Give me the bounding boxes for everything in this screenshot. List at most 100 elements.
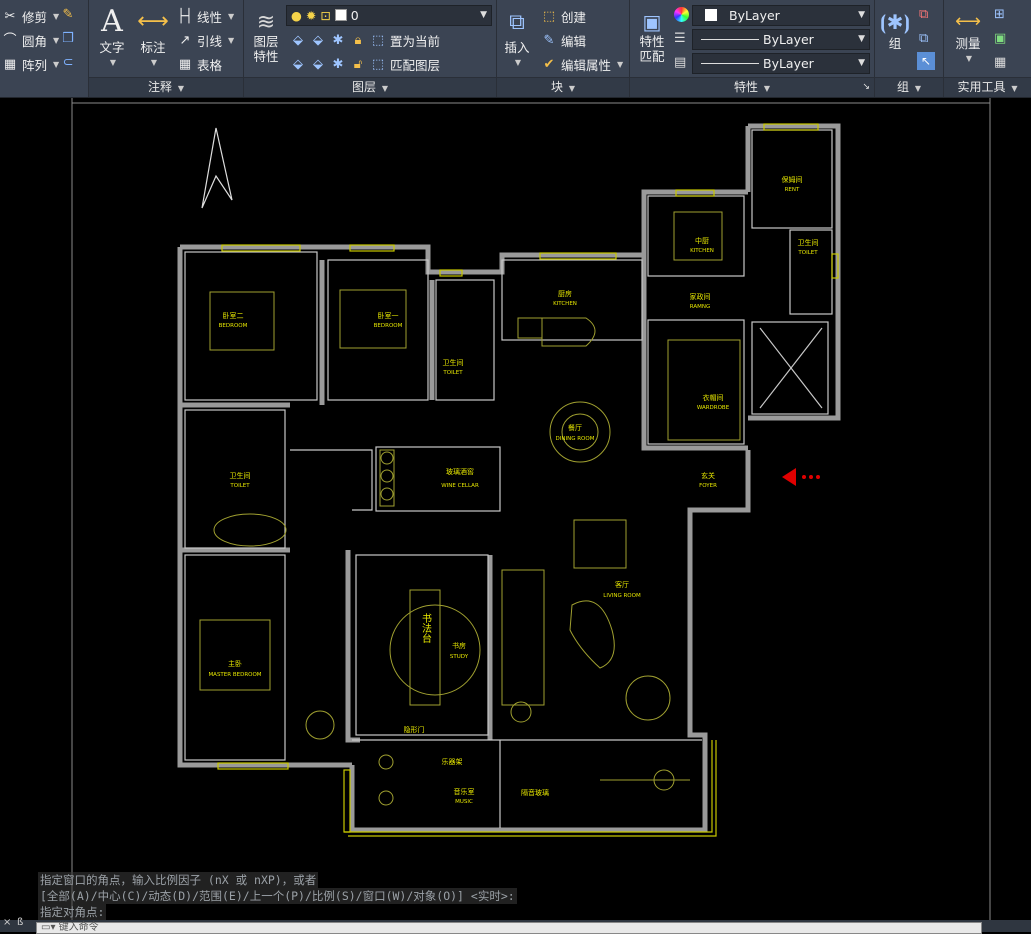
chevron-down-icon: ▼ [858, 10, 865, 20]
layer-tools-row-1: ⬙ ⬙ ✱ 🔒︎ ⬚ 置为当前 [290, 31, 440, 50]
trim-button[interactable]: ✂ 修剪 ▼ [2, 7, 60, 26]
svg-text:TOILET: TOILET [229, 483, 250, 489]
group-edit-icon[interactable]: ⧉ [919, 31, 928, 46]
offset-icon: ⊂ [62, 55, 74, 70]
layer-on-icon[interactable]: ⬙ [310, 57, 326, 73]
annotation-panel-title[interactable]: 注释 ▼ [89, 77, 243, 97]
dialog-launcher-icon[interactable]: ↘ [862, 78, 870, 97]
calculator-icon[interactable]: ▦ [994, 55, 1006, 70]
edit-attributes-button[interactable]: ✔ 编辑属性 ▼ [541, 55, 624, 74]
room-label: 卧室二 BEDROOM [219, 311, 248, 329]
color-dropdown[interactable]: ByLayer ▼ [692, 5, 870, 26]
measure-button[interactable]: ⟷ 测量 ▼ [948, 4, 988, 66]
room-label: 书房 STUDY [450, 641, 469, 660]
block-panel: ⧉ 插入 ▼ ⬚ 创建 ✎ 编辑 ✔ 编辑属性 ▼ 块 ▼ [497, 0, 630, 97]
layer-lock-icon[interactable]: 🔒︎ [350, 33, 366, 49]
furniture [199, 211, 741, 806]
svg-text:TOILET: TOILET [797, 250, 818, 256]
wrench-icon[interactable]: ß [17, 917, 23, 928]
insert-label: 插入 [504, 40, 530, 55]
dimension-button[interactable]: ⟷ 标注 ▼ [135, 4, 171, 70]
measure-icon: ⟷ [955, 11, 981, 32]
offset-button[interactable]: ⊂ [60, 55, 76, 71]
layer-off-icon[interactable]: ⬙ [310, 33, 326, 49]
svg-text:隔音玻璃: 隔音玻璃 [521, 788, 549, 797]
layer-unlock-icon[interactable]: 🔓︎ [350, 57, 366, 73]
select-all-icon[interactable]: ▣ [994, 31, 1006, 46]
ungroup-icon[interactable]: ⧉ [919, 7, 928, 22]
command-history: 指定窗口的角点，输入比例因子 (nX 或 nXP)，或者 [全部(A)/中心(C… [38, 872, 517, 920]
linear-label: 线性 [197, 10, 223, 25]
svg-text:音乐室: 音乐室 [454, 787, 475, 796]
table-button[interactable]: ▦ 表格 [177, 55, 222, 74]
svg-text:KITCHEN: KITCHEN [553, 301, 577, 307]
svg-text:衣帽间: 衣帽间 [703, 393, 724, 402]
array-button[interactable]: ▦ 阵列 ▼ [2, 55, 59, 74]
close-icon[interactable]: × [3, 917, 11, 928]
ribbon: ✂ 修剪 ▼ ⌒ 圆角 ▼ ▦ 阵列 ▼ ✎ ❒ ⊂ A 文字 ▼ ⟷ 标注 ▼ ├┤… [0, 0, 1031, 98]
linear-button[interactable]: ├┤ 线性 ▼ [177, 7, 234, 26]
svg-text:FOYER: FOYER [699, 483, 717, 489]
layer-freeze-icon[interactable]: ✱ [330, 33, 346, 49]
layer-properties-button[interactable]: ≋ 图层 特性 [248, 4, 284, 64]
text-button[interactable]: A 文字 ▼ [95, 4, 129, 70]
room-label: 中厨 KITCHEN [690, 236, 714, 254]
create-block-icon: ⬚ [542, 8, 556, 24]
fillet-button[interactable]: ⌒ 圆角 ▼ [2, 31, 59, 50]
walls [177, 123, 841, 833]
properties-title: 特性 [734, 80, 759, 94]
linetype-dropdown[interactable]: ByLayer ▼ [692, 29, 870, 50]
layer-dropdown[interactable]: ● ✹ ⊡ 0 ▼ [286, 5, 492, 26]
svg-text:书法台: 书法台 [420, 613, 432, 644]
room-label: 乐器架 [442, 757, 463, 766]
group-icon: ⦗✱⦘ [879, 10, 911, 34]
color-wheel-icon [674, 7, 689, 22]
groups-panel: ⦗✱⦘ 组 ⧉ ⧉ ↖ 组 ▼ [875, 0, 944, 97]
edit-block-button[interactable]: ✎ 编辑 [541, 31, 586, 50]
color-value: ByLayer [729, 8, 780, 23]
drawing-canvas[interactable]: 卧室二 BEDROOM 卧室一 BEDROOM 卫生间 TOILET 厨房 KITCHE… [0, 98, 1031, 920]
properties-panel-title[interactable]: 特性 ▼ ↘ [630, 77, 874, 97]
copy-3d-button[interactable]: ❒ [60, 31, 76, 47]
floor-plan[interactable]: 卧室二 BEDROOM 卧室一 BEDROOM 卫生间 TOILET 厨房 KITCHE… [0, 98, 1031, 920]
array-label: 阵列 [22, 58, 48, 73]
svg-text:KITCHEN: KITCHEN [690, 248, 714, 254]
text-label: 文字 [99, 40, 125, 55]
layer-unisolate-icon[interactable]: ⬙ [290, 57, 306, 73]
cube-icon: ❒ [62, 31, 74, 46]
svg-text:RENT: RENT [785, 187, 800, 193]
room-label: 书法台 [420, 613, 432, 644]
layer-isolate-icon[interactable]: ⬙ [290, 33, 306, 49]
svg-text:主卧: 主卧 [228, 659, 242, 668]
svg-text:书房: 书房 [452, 641, 466, 650]
room-labels: 卧室二 BEDROOM 卧室一 BEDROOM 卫生间 TOILET 厨房 KITCHE… [208, 175, 818, 805]
create-block-button[interactable]: ⬚ 创建 [541, 7, 586, 26]
trim-label: 修剪 [22, 10, 48, 25]
insert-button[interactable]: ⧉ 插入 ▼ [499, 4, 535, 70]
groups-panel-title[interactable]: 组 ▼ [875, 77, 943, 97]
room-label: 家政间 RAMNG [690, 292, 711, 310]
match-layer-button[interactable]: 匹配图层 [390, 55, 440, 74]
set-current-button[interactable]: 置为当前 [390, 31, 440, 50]
erase-button[interactable]: ✎ [60, 7, 76, 23]
command-placeholder: 键入命令 [58, 922, 99, 933]
quick-select-icon[interactable]: ⊞ [994, 7, 1005, 22]
match-properties-button[interactable]: ▣ 特性 匹配 [634, 4, 670, 64]
layer-thaw-icon[interactable]: ✱ [330, 57, 346, 73]
north-arrow-icon [201, 127, 233, 209]
leader-button[interactable]: ↗ 引线 ▼ [177, 31, 235, 50]
group-select-icon[interactable]: ↖ [917, 52, 935, 70]
room-label: 玻璃酒窖 WINE CELLAR [441, 467, 479, 489]
group-button[interactable]: ⦗✱⦘ 组 [877, 4, 913, 51]
utilities-panel-title[interactable]: 实用工具 ▼ [944, 77, 1031, 97]
lineweight-dropdown[interactable]: ByLayer ▼ [692, 53, 870, 74]
room-label: 卫生间 TOILET [442, 358, 463, 376]
block-panel-title[interactable]: 块 ▼ [497, 77, 629, 97]
layers-panel-title[interactable]: 图层 ▼ [244, 77, 496, 97]
command-line-2: [全部(A)/中心(C)/动态(D)/范围(E)/上一个(P)/比例(S)/窗口… [38, 888, 517, 904]
command-input[interactable]: ▭▾ 键入命令 [36, 922, 982, 934]
svg-text:卫生间: 卫生间 [443, 358, 464, 367]
edit-label: 编辑 [561, 34, 587, 49]
annotation-title: 注释 [148, 80, 173, 94]
inner-walls [184, 129, 833, 828]
